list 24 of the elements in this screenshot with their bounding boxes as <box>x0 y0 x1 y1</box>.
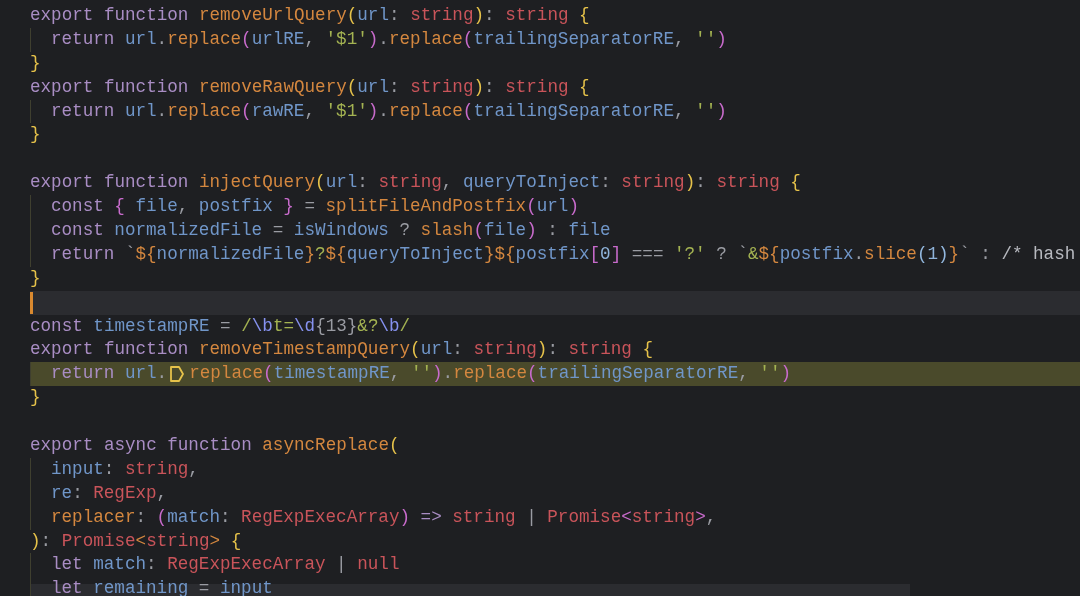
code-text: const { file, postfix } = splitFileAndPostfix(url) <box>51 195 579 219</box>
code-text: export async function asyncReplace( <box>30 434 400 458</box>
code-text: re: RegExp, <box>51 481 168 505</box>
code-text: return `${normalizedFile}?${queryToInject}${postfix[0] === '?' ? `&${postfix.slice(1)}` : /* hash <box>51 242 1076 266</box>
code-text: export function removeUrlQuery(url: string): string { <box>30 4 590 27</box>
text-cursor <box>30 291 33 314</box>
code-text: ): Promise<string> { <box>30 529 242 553</box>
code-text: let match: RegExpExecArray | null <box>51 553 400 577</box>
code-text: export function removeTimestampQuery(url: string): string { <box>30 338 653 362</box>
code-text: } <box>30 51 41 75</box>
code-text: export function removeRawQuery(url: string): string { <box>30 75 590 99</box>
inlay-hint-icon[interactable] <box>169 365 186 384</box>
code-text: return url.replace(rawRE, '$1').replace(trailingSeparatorRE, '') <box>51 99 727 123</box>
code-text: } <box>30 123 41 147</box>
code-text: } <box>30 386 41 410</box>
code-text: const normalizedFile = isWindows ? slash(file) : file <box>51 219 611 242</box>
code-text: return url.replace(urlRE, '$1').replace(trailingSeparatorRE, '') <box>51 27 727 51</box>
code-text: const timestampRE = /\bt=\d{13}&?\b/ <box>30 314 411 338</box>
code-text: export function injectQuery(url: string, queryToInject: string): string { <box>30 171 801 195</box>
code-text: return url. <box>51 362 168 386</box>
code-text: } <box>30 266 41 290</box>
code-text: replacer: (match: RegExpExecArray) => string | Promise<string>, <box>51 505 717 529</box>
code-text: input: string, <box>51 457 199 481</box>
code-text: replace(timestampRE, '').replace(trailingSeparatorRE, '') <box>189 362 792 386</box>
